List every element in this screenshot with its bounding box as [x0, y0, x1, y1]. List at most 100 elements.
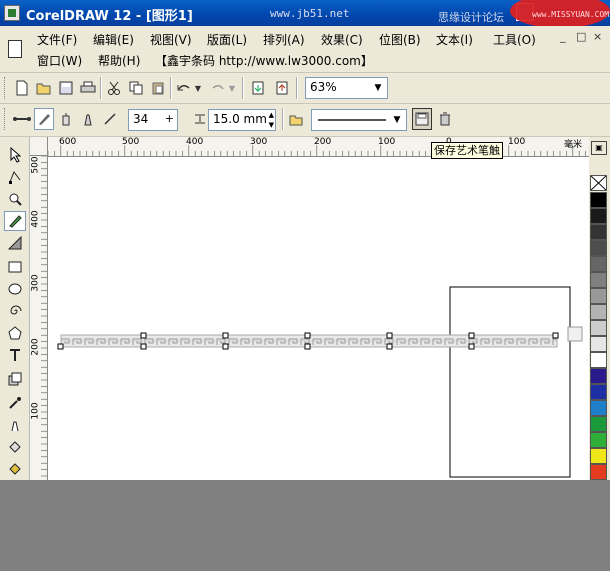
watermark-site: www.jb51.net [270, 7, 350, 20]
trash-icon[interactable] [435, 108, 455, 130]
smoothness-field[interactable]: 34 + [128, 109, 178, 131]
color-swatch[interactable] [590, 192, 607, 208]
brush-width-field[interactable]: 15.0 mm ▲ ▼ [208, 109, 276, 131]
basic-shapes-tool-icon[interactable] [4, 323, 26, 343]
interactive-blend-tool-icon[interactable] [4, 369, 26, 389]
menu-layout[interactable]: 版面(L) [207, 31, 247, 48]
no-color-swatch[interactable] [590, 175, 607, 191]
mdi-minimize-button[interactable]: _ [560, 30, 566, 43]
undo-icon[interactable] [174, 77, 194, 99]
interactive-fill-tool-icon[interactable] [4, 459, 26, 479]
save-icon[interactable] [56, 77, 76, 99]
color-swatch[interactable] [590, 384, 607, 400]
shape-tool-icon[interactable] [4, 167, 26, 187]
color-swatch[interactable] [590, 208, 607, 224]
width-icon[interactable] [190, 108, 210, 130]
ellipse-tool-icon[interactable] [4, 279, 26, 299]
browse-icon[interactable] [286, 108, 306, 130]
toolbar-grip[interactable] [4, 77, 8, 99]
rectangle-tool-icon[interactable] [4, 257, 26, 277]
menu-text[interactable]: 文本(I) [436, 31, 473, 48]
color-swatch[interactable] [590, 304, 607, 320]
new-document-icon[interactable] [12, 77, 32, 99]
cut-icon[interactable] [104, 77, 124, 99]
calligraphic-icon[interactable] [78, 108, 98, 130]
drawing-canvas[interactable] [48, 157, 589, 480]
preset-brush-icon[interactable] [12, 108, 32, 130]
menu-file[interactable]: 文件(F) [37, 31, 77, 48]
menu-arrange[interactable]: 排列(A) [263, 31, 305, 48]
color-swatch[interactable] [590, 432, 607, 448]
eyedropper-tool-icon[interactable] [4, 393, 26, 413]
ruler-label: 200 [314, 137, 332, 147]
copy-icon[interactable] [126, 77, 146, 99]
color-swatch[interactable] [590, 224, 607, 240]
vertical-ruler[interactable]: 500 400 300 200 100 [30, 156, 48, 480]
color-swatch[interactable] [590, 448, 607, 464]
brush-mode-icon[interactable] [34, 108, 54, 130]
save-brush-icon[interactable] [412, 108, 432, 130]
watermark-url: www.MISSYUAN.COM [532, 10, 610, 19]
toolbar-separator [242, 77, 244, 99]
cropped-desktop-area [0, 480, 610, 571]
spinner-icon[interactable]: ▲ ▼ [269, 110, 274, 130]
color-swatch[interactable] [590, 256, 607, 272]
menu-edit[interactable]: 编辑(E) [93, 31, 134, 48]
import-icon[interactable] [248, 77, 268, 99]
redo-dropdown-icon[interactable]: ▼ [226, 77, 238, 99]
color-swatch[interactable] [590, 336, 607, 352]
slider-icon[interactable]: + [165, 112, 174, 125]
horizontal-ruler[interactable]: 600 500 400 300 200 100 0 100 毫米 [48, 137, 590, 157]
print-icon[interactable] [78, 77, 98, 99]
ruler-corner[interactable] [30, 137, 48, 156]
brush-stroke-preview [318, 119, 386, 121]
menu-help[interactable]: 帮助(H) [98, 52, 140, 69]
spiral-tool-icon[interactable] [4, 301, 26, 321]
ruler-label: 400 [30, 210, 41, 228]
palette-menu-icon[interactable]: ▣ [591, 141, 607, 155]
color-swatch[interactable] [590, 320, 607, 336]
color-swatch[interactable] [590, 400, 607, 416]
menu-barcode-plugin[interactable]: 【鑫宇条码 http://www.lw3000.com】 [155, 52, 373, 69]
toolbar-separator [296, 77, 298, 99]
menu-tools[interactable]: 工具(O) [493, 31, 536, 48]
brush-stroke-list[interactable]: ▼ [311, 109, 407, 131]
color-swatch[interactable] [590, 352, 607, 368]
menu-window[interactable]: 窗口(W) [37, 52, 82, 69]
app-icon [4, 5, 20, 21]
color-swatch[interactable] [590, 272, 607, 288]
zoom-tool-icon[interactable] [4, 189, 26, 209]
undo-dropdown-icon[interactable]: ▼ [192, 77, 204, 99]
toolbar-grip[interactable] [4, 108, 8, 130]
menu-effects[interactable]: 效果(C) [321, 31, 363, 48]
mdi-close-button[interactable]: × [593, 30, 602, 43]
chevron-down-icon[interactable]: ▼ [370, 79, 386, 97]
watermark-brand: 思缘设计论坛 [438, 11, 504, 24]
menu-view[interactable]: 视图(V) [150, 31, 192, 48]
chevron-down-icon[interactable]: ▼ [389, 111, 405, 129]
zoom-level-select[interactable]: 63% ▼ [305, 77, 388, 99]
color-swatch[interactable] [590, 416, 607, 432]
pick-tool-icon[interactable] [4, 145, 26, 165]
color-swatch[interactable] [590, 464, 607, 480]
ruler-label: 300 [250, 137, 268, 147]
redo-icon[interactable] [208, 77, 228, 99]
fill-tool-icon[interactable] [4, 437, 26, 457]
menu-bitmaps[interactable]: 位图(B) [379, 31, 421, 48]
export-icon[interactable] [272, 77, 292, 99]
ruler-label: 300 [30, 274, 41, 292]
open-icon[interactable] [34, 77, 54, 99]
sprayer-icon[interactable] [56, 108, 76, 130]
artistic-media-tool-icon[interactable] [4, 211, 26, 231]
color-swatch[interactable] [590, 288, 607, 304]
color-swatch[interactable] [590, 240, 607, 256]
ruler-label: 600 [59, 137, 77, 147]
text-tool-icon[interactable] [4, 345, 26, 365]
color-swatch[interactable] [590, 368, 607, 384]
paste-icon[interactable] [148, 77, 168, 99]
scroll-thumb[interactable] [567, 326, 583, 342]
pressure-icon[interactable] [100, 108, 120, 130]
outline-tool-icon[interactable] [4, 415, 26, 435]
mdi-restore-button[interactable]: □ [576, 30, 586, 43]
smart-fill-tool-icon[interactable] [4, 233, 26, 253]
